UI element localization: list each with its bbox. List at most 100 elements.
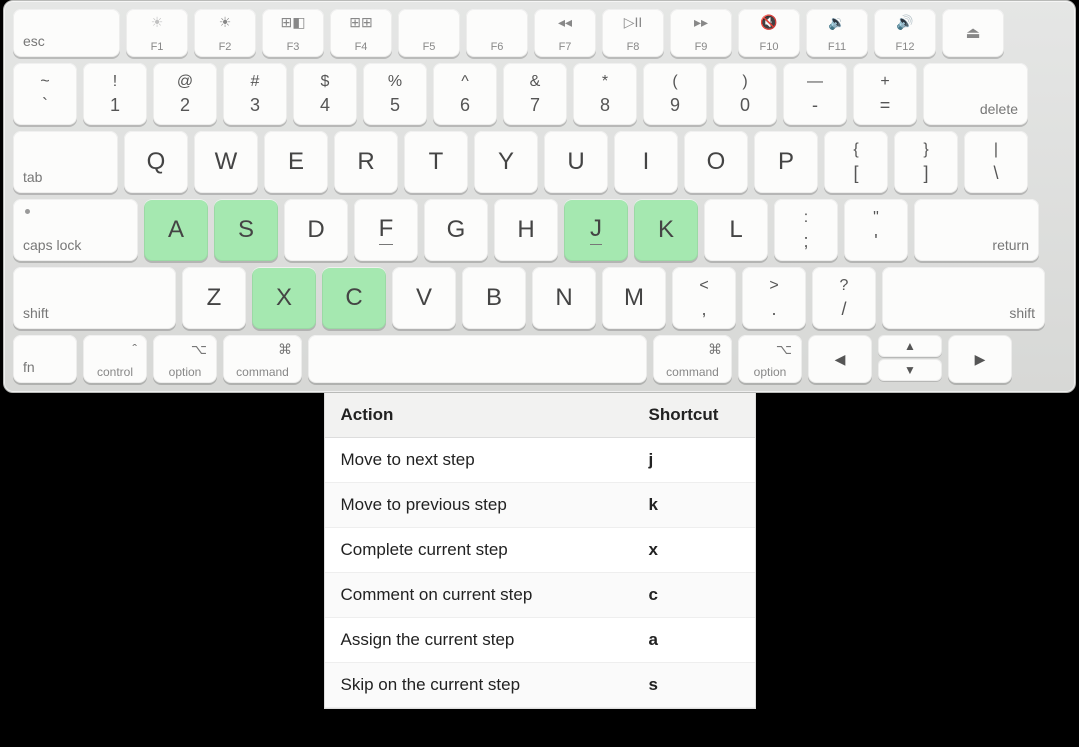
eject-icon: ⏏	[965, 23, 980, 43]
key-s[interactable]: S	[214, 199, 278, 261]
key-control[interactable]: ˆcontrol	[83, 335, 147, 383]
key-f2[interactable]: ☀︎F2	[194, 9, 256, 57]
key-d[interactable]: D	[284, 199, 348, 261]
key-b[interactable]: B	[462, 267, 526, 329]
key-f12[interactable]: 🔊 F12	[874, 9, 936, 57]
key-l[interactable]: L	[704, 199, 768, 261]
key-punct-a0[interactable]: :;	[774, 199, 838, 261]
key-5[interactable]: %5	[363, 63, 427, 125]
fn-glyph-icon: 🔊	[874, 14, 936, 31]
key-f1[interactable]: ☀︎F1	[126, 9, 188, 57]
key-h[interactable]: H	[494, 199, 558, 261]
key-9[interactable]: (9	[643, 63, 707, 125]
key-f4[interactable]: ⊞⊞F4	[330, 9, 392, 57]
key-r[interactable]: R	[334, 131, 398, 193]
key-t[interactable]: T	[404, 131, 468, 193]
fn-label: F12	[874, 41, 936, 53]
key-f5[interactable]: F5	[398, 9, 460, 57]
key-f3[interactable]: ⊞◧F3	[262, 9, 324, 57]
arrow-down-icon: ▼	[904, 363, 916, 377]
key-m[interactable]: M	[602, 267, 666, 329]
key-punct-z2[interactable]: ?/	[812, 267, 876, 329]
key-z[interactable]: Z	[182, 267, 246, 329]
table-row: Move to previous stepk	[325, 483, 755, 528]
key-command-left[interactable]: ⌘command	[223, 335, 302, 383]
key-q[interactable]: Q	[124, 131, 188, 193]
key-option-left-glyph-icon: ⌥	[191, 341, 207, 358]
key-eject[interactable]: ⏏	[942, 9, 1004, 57]
key-p[interactable]: P	[754, 131, 818, 193]
key-arrow-right[interactable]: ▶	[948, 335, 1012, 383]
key-0[interactable]: )0	[713, 63, 777, 125]
key-fn[interactable]: fn	[13, 335, 77, 383]
table-row: Skip on the current steps	[325, 663, 755, 708]
key-f10[interactable]: 🔇F10	[738, 9, 800, 57]
key-2[interactable]: @2	[153, 63, 217, 125]
action-cell: Complete current step	[341, 540, 649, 560]
key-punct-z0[interactable]: <,	[672, 267, 736, 329]
fn-label: F6	[466, 41, 528, 53]
key-8[interactable]: *8	[573, 63, 637, 125]
key-`[interactable]: ~`	[13, 63, 77, 125]
key-command-right[interactable]: ⌘command	[653, 335, 732, 383]
key-f[interactable]: F	[354, 199, 418, 261]
key-punct-a1[interactable]: "'	[844, 199, 908, 261]
key-shift-right[interactable]: shift	[882, 267, 1045, 329]
fn-label: F8	[602, 41, 664, 53]
key-4[interactable]: $4	[293, 63, 357, 125]
key-c[interactable]: C	[322, 267, 386, 329]
shortcut-cell: s	[649, 675, 739, 695]
key-7[interactable]: &7	[503, 63, 567, 125]
key-return[interactable]: return	[914, 199, 1039, 261]
key-bracket1[interactable]: }]	[894, 131, 958, 193]
key-6[interactable]: ^6	[433, 63, 497, 125]
key-u[interactable]: U	[544, 131, 608, 193]
key-command-right-glyph-icon: ⌘	[708, 341, 722, 358]
key-arrow-left[interactable]: ◀	[808, 335, 872, 383]
col-action: Action	[341, 405, 649, 425]
key-f9[interactable]: ▸▸F9	[670, 9, 732, 57]
fn-label: F2	[194, 41, 256, 53]
key-=[interactable]: +=	[853, 63, 917, 125]
action-cell: Assign the current step	[341, 630, 649, 650]
key-bracket2[interactable]: |\	[964, 131, 1028, 193]
table-row: Move to next stepj	[325, 438, 755, 483]
key-punct-z1[interactable]: >.	[742, 267, 806, 329]
key-o[interactable]: O	[684, 131, 748, 193]
key-shift-left[interactable]: shift	[13, 267, 176, 329]
key-f8[interactable]: ▷IIF8	[602, 9, 664, 57]
key-k[interactable]: K	[634, 199, 698, 261]
key-esc[interactable]: esc	[13, 9, 120, 57]
action-cell: Move to next step	[341, 450, 649, 470]
key-3[interactable]: #3	[223, 63, 287, 125]
key-f11[interactable]: 🔉F11	[806, 9, 868, 57]
fn-glyph-icon: ☀︎	[126, 14, 188, 31]
key-j[interactable]: J	[564, 199, 628, 261]
col-shortcut: Shortcut	[649, 405, 739, 425]
key-i[interactable]: I	[614, 131, 678, 193]
key-arrow-up[interactable]: ▲	[878, 335, 942, 357]
key-bracket0[interactable]: {[	[824, 131, 888, 193]
key-y[interactable]: Y	[474, 131, 538, 193]
key-f6[interactable]: F6	[466, 9, 528, 57]
key-delete[interactable]: delete	[923, 63, 1028, 125]
arrow-right-icon: ▶	[975, 351, 986, 368]
key-option-left[interactable]: ⌥option	[153, 335, 217, 383]
key-f7[interactable]: ◂◂F7	[534, 9, 596, 57]
key-arrow-down[interactable]: ▼	[878, 359, 942, 381]
key-command-left-glyph-icon: ⌘	[278, 341, 292, 358]
key-w[interactable]: W	[194, 131, 258, 193]
key-tab[interactable]: tab	[13, 131, 118, 193]
key-1[interactable]: !1	[83, 63, 147, 125]
key--[interactable]: —-	[783, 63, 847, 125]
key-a[interactable]: A	[144, 199, 208, 261]
key-capslock[interactable]: caps lock	[13, 199, 138, 261]
key-n[interactable]: N	[532, 267, 596, 329]
key-g[interactable]: G	[424, 199, 488, 261]
key-option-right[interactable]: ⌥option	[738, 335, 802, 383]
key-e[interactable]: E	[264, 131, 328, 193]
key-x[interactable]: X	[252, 267, 316, 329]
key-space[interactable]	[308, 335, 647, 383]
table-row: Comment on current stepc	[325, 573, 755, 618]
key-v[interactable]: V	[392, 267, 456, 329]
